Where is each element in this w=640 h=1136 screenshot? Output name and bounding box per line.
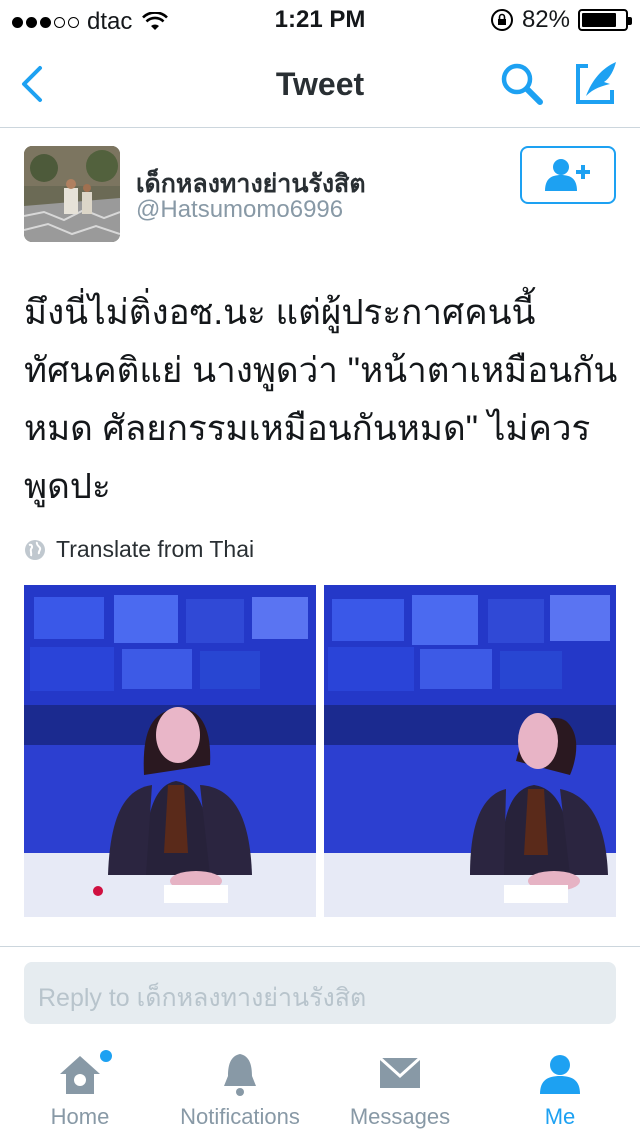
tab-label-notifications: Notifications — [180, 1104, 300, 1129]
home-badge — [100, 1050, 112, 1062]
tweet-text: มึงนี่ไม่ติ่งอซ.นะ แต่ผู้ประกาศคนนี้ทัศน… — [24, 293, 618, 506]
tweet-image-2[interactable] — [324, 585, 616, 917]
tab-home[interactable]: Home — [0, 1036, 160, 1136]
tab-notifications[interactable]: Notifications — [160, 1036, 320, 1136]
bell-icon — [224, 1054, 256, 1096]
tab-label-me: Me — [544, 1104, 576, 1129]
status-right: 82% — [490, 6, 632, 34]
translate-link[interactable]: Translate from Thai — [24, 536, 254, 563]
battery-percent: 82% — [521, 6, 570, 33]
envelope-icon — [378, 1056, 422, 1088]
tab-messages[interactable]: Messages — [320, 1036, 480, 1136]
compose-button[interactable] — [572, 58, 620, 108]
tab-label-home: Home — [50, 1104, 110, 1129]
follow-button[interactable] — [520, 146, 616, 204]
globe-icon — [25, 539, 45, 560]
author-handle[interactable]: @Hatsumomo6996 — [136, 196, 343, 224]
tab-label-messages: Messages — [349, 1104, 451, 1129]
home-icon — [60, 1056, 100, 1094]
tab-me[interactable]: Me — [480, 1036, 640, 1136]
reply-placeholder: Reply to เด็กหลงทางย่านรังสิต — [38, 984, 367, 1012]
person-icon — [540, 1055, 580, 1094]
battery-icon — [578, 9, 632, 31]
tab-bar: Home Notifications Messages Me — [0, 1036, 640, 1136]
search-button[interactable] — [498, 60, 546, 108]
tweet-image-1[interactable] — [24, 585, 316, 917]
reply-input[interactable]: Reply to เด็กหลงทางย่านรังสิต — [24, 962, 616, 1024]
add-user-icon — [545, 159, 590, 191]
navigation-bar: Tweet — [0, 40, 640, 128]
avatar[interactable] — [24, 146, 120, 242]
divider — [0, 946, 640, 947]
translate-label: Translate from Thai — [56, 536, 255, 562]
rotation-lock-icon — [490, 9, 513, 31]
status-bar: dtac 1:21 PM 82% — [0, 0, 640, 40]
